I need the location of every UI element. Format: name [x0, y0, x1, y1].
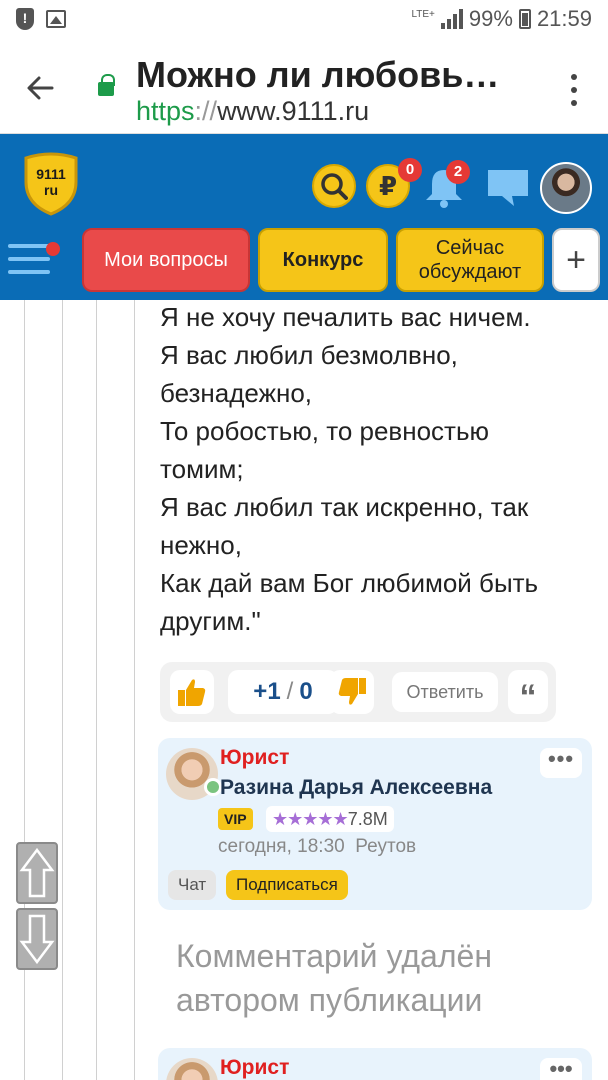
signal-icon — [440, 9, 463, 29]
post-body: Я не хочу печалить вас ничем. Я вас люби… — [160, 298, 590, 640]
chat-bubble-icon — [488, 170, 528, 206]
rating-stars-icon: ★★★★★ — [272, 809, 349, 829]
scroll-up-button[interactable] — [16, 842, 58, 904]
notifications-button[interactable]: 2 — [422, 160, 470, 210]
url-separator: :// — [194, 96, 218, 126]
discussing-now-button[interactable]: Сейчас обсуждают — [396, 228, 544, 292]
url-field[interactable]: https://www.9111.ru — [136, 96, 369, 127]
clock: 21:59 — [536, 6, 592, 31]
my-questions-button[interactable]: Мои вопросы — [82, 228, 250, 292]
contest-button[interactable]: Конкурс — [258, 228, 388, 292]
commenter-name[interactable]: Разина Дарья Алексеевна — [220, 776, 492, 800]
user-avatar[interactable] — [540, 162, 592, 214]
more-options-icon[interactable]: ••• — [540, 748, 582, 778]
plus-score: +1 — [253, 678, 281, 705]
arrow-up-icon — [19, 847, 55, 898]
comment-card: Юрист ••• — [158, 1048, 592, 1080]
comment-card: Юрист Разина Дарья Алексеевна VIP ★★★★★7… — [158, 738, 592, 910]
image-notification-icon — [46, 10, 66, 28]
menu-notification-dot — [46, 242, 60, 256]
battery-percent: 99% — [468, 6, 513, 31]
commenter-role: Юрист — [220, 1056, 290, 1079]
lock-icon — [98, 74, 115, 96]
vote-score: +1 / 0 — [228, 670, 338, 714]
notifications-badge: 2 — [446, 160, 470, 184]
commenter-role: Юрист — [220, 746, 290, 769]
thumbs-down-icon — [338, 678, 366, 705]
vip-badge: VIP — [218, 808, 253, 830]
poem-line: Я вас любил так искренно, так — [160, 492, 529, 522]
back-arrow-icon[interactable] — [22, 70, 58, 106]
site-logo[interactable]: 9111 ru — [22, 152, 80, 216]
discussing-line1: Сейчас — [435, 237, 505, 259]
poem-line: нежно, — [160, 530, 242, 560]
search-button[interactable] — [312, 164, 356, 208]
network-type: LTE+ — [411, 9, 435, 20]
balance-badge: 0 — [398, 158, 422, 182]
minus-score: 0 — [299, 678, 313, 705]
logo-text: 9111 ru — [36, 166, 66, 198]
poem-line: Я не хочу печалить вас ничем. — [160, 302, 531, 332]
browser-menu-icon[interactable] — [570, 74, 578, 106]
more-options-icon[interactable]: ••• — [540, 1058, 582, 1080]
like-button[interactable] — [170, 670, 214, 714]
commenter-avatar[interactable] — [166, 1058, 218, 1080]
url-scheme: https — [136, 96, 195, 126]
rating-value: 7.8M — [347, 809, 388, 829]
battery-icon — [518, 9, 531, 29]
arrow-down-icon — [19, 914, 55, 965]
status-right: LTE+ 99% 21:59 — [411, 6, 592, 32]
ruble-icon: ₽ — [378, 171, 398, 201]
messages-button[interactable] — [484, 166, 532, 208]
quote-icon[interactable]: “ — [508, 670, 548, 716]
status-left: ! — [16, 8, 66, 30]
page: ! LTE+ 99% 21:59 Можно ли любовь… https:… — [0, 0, 608, 1080]
page-title[interactable]: Можно ли любовь… — [136, 54, 526, 96]
search-icon — [321, 173, 348, 200]
add-question-button[interactable]: + — [552, 228, 600, 292]
discussing-line2: обсуждают — [418, 261, 522, 283]
rating-badge: ★★★★★7.8M — [266, 806, 394, 832]
status-bar: ! LTE+ 99% 21:59 — [0, 0, 608, 40]
dislike-button[interactable] — [330, 670, 374, 714]
poem-line: безнадежно, — [160, 378, 313, 408]
balance-button[interactable]: ₽ 0 — [366, 158, 422, 208]
post-action-bar: +1 / 0 Ответить “ — [160, 662, 556, 722]
reply-button[interactable]: Ответить — [392, 672, 498, 712]
deleted-line2: автором публикации — [176, 982, 483, 1018]
comment-city: Реутов — [355, 836, 417, 857]
thumbs-up-icon — [178, 679, 206, 706]
poem-line: Я вас любил безмолвно, — [160, 340, 458, 370]
browser-address-bar: Можно ли любовь… https://www.9111.ru — [0, 40, 608, 134]
site-header: 9111 ru ₽ 0 2 Мои вопросы Конкурс Сейчас… — [0, 134, 608, 300]
score-separator: / — [286, 678, 294, 705]
shield-icon: ! — [16, 8, 34, 30]
url-host: www.9111.ru — [217, 96, 370, 126]
chat-button[interactable]: Чат — [168, 870, 217, 900]
comment-meta: сегодня, 18:30 Реутов — [218, 836, 416, 858]
poem-line: То робостью, то ревностью — [160, 416, 490, 446]
subscribe-button[interactable]: Подписаться — [226, 870, 348, 900]
poem-line: Как дай вам Бог любимой быть — [160, 568, 539, 598]
comment-date: сегодня, 18:30 — [218, 836, 345, 857]
poem-line: томим; — [160, 454, 244, 484]
deleted-comment-notice: Комментарий удалён автором публикации — [176, 934, 596, 1022]
scroll-down-button[interactable] — [16, 908, 58, 970]
poem-line: другим." — [160, 606, 261, 636]
deleted-line1: Комментарий удалён — [176, 938, 492, 974]
